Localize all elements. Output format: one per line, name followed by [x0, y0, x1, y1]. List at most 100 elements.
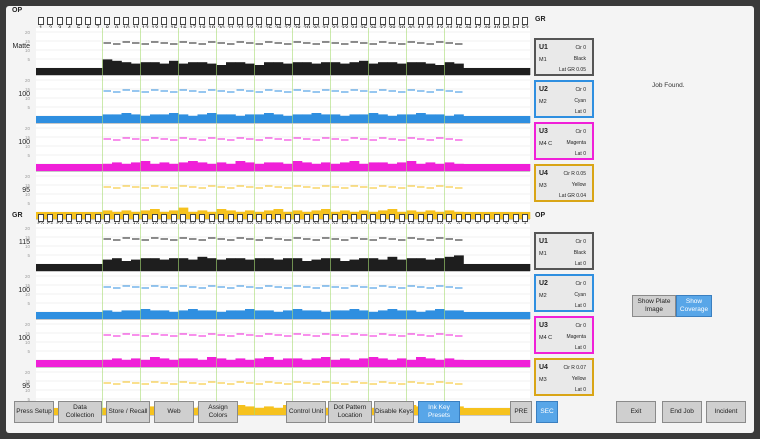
bottom-key-14[interactable]: [398, 214, 405, 222]
bottom-key-16[interactable]: [379, 214, 386, 222]
bottom-key-52[interactable]: [37, 214, 44, 222]
bottom-key-51[interactable]: [47, 214, 54, 222]
bottom-key-13[interactable]: [408, 214, 415, 222]
top-key-29[interactable]: [303, 17, 310, 25]
top-key-8[interactable]: [104, 17, 111, 25]
control-unit-button[interactable]: Control Unit: [286, 401, 326, 423]
top-key-25[interactable]: [265, 17, 272, 25]
top-key-35[interactable]: [360, 17, 367, 25]
top-key-47[interactable]: [474, 17, 481, 25]
bottom-key-35[interactable]: [199, 214, 206, 222]
top-key-40[interactable]: [408, 17, 415, 25]
bottom-key-6[interactable]: [474, 214, 481, 222]
top-key-39[interactable]: [398, 17, 405, 25]
top-key-49[interactable]: [493, 17, 500, 25]
unit-card-u4[interactable]: U4 M3 Cir R 0.05 Yellow Lat GR 0.04: [534, 164, 594, 202]
top-key-46[interactable]: [465, 17, 472, 25]
disable-keys-button[interactable]: Disable Keys: [374, 401, 414, 423]
bottom-key-9[interactable]: [446, 214, 453, 222]
bottom-key-3[interactable]: [503, 214, 510, 222]
top-key-23[interactable]: [246, 17, 253, 25]
top-key-41[interactable]: [417, 17, 424, 25]
bottom-key-42[interactable]: [132, 214, 139, 222]
incident-button[interactable]: Incident: [706, 401, 746, 423]
top-key-30[interactable]: [313, 17, 320, 25]
top-key-5[interactable]: [75, 17, 82, 25]
top-key-19[interactable]: [208, 17, 215, 25]
unit-card-u2[interactable]: U2 M2 Cir 0 Cyan Lat 0: [534, 274, 594, 312]
bottom-key-40[interactable]: [151, 214, 158, 222]
top-key-15[interactable]: [170, 17, 177, 25]
top-key-2[interactable]: [47, 17, 54, 25]
bottom-key-25[interactable]: [294, 214, 301, 222]
bottom-key-38[interactable]: [170, 214, 177, 222]
bottom-key-30[interactable]: [246, 214, 253, 222]
bottom-key-18[interactable]: [360, 214, 367, 222]
bottom-key-10[interactable]: [436, 214, 443, 222]
top-key-4[interactable]: [66, 17, 73, 25]
bottom-key-28[interactable]: [265, 214, 272, 222]
top-key-31[interactable]: [322, 17, 329, 25]
unit-card-u4[interactable]: U4 M3 Cir R 0.07 Yellow Lat 0: [534, 358, 594, 396]
bottom-key-48[interactable]: [75, 214, 82, 222]
bottom-key-39[interactable]: [161, 214, 168, 222]
top-key-45[interactable]: [455, 17, 462, 25]
unit-card-u3[interactable]: U3 M4 C Cir 0 Magenta Lat 0: [534, 316, 594, 354]
top-key-28[interactable]: [294, 17, 301, 25]
bottom-key-26[interactable]: [284, 214, 291, 222]
top-key-52[interactable]: [522, 17, 529, 25]
data-collection-button[interactable]: Data Collection: [58, 401, 102, 423]
unit-card-u1[interactable]: U1 M1 Cir 0 Black Lat 0: [534, 232, 594, 270]
bottom-key-15[interactable]: [389, 214, 396, 222]
assign-colors-button[interactable]: Assign Colors: [198, 401, 238, 423]
top-key-33[interactable]: [341, 17, 348, 25]
bottom-key-37[interactable]: [180, 214, 187, 222]
bottom-key-21[interactable]: [332, 214, 339, 222]
show-coverage-button[interactable]: Show Coverage: [676, 295, 712, 317]
bottom-key-20[interactable]: [341, 214, 348, 222]
top-key-27[interactable]: [284, 17, 291, 25]
ink-key-presets-button[interactable]: Ink Key Presets: [418, 401, 460, 423]
top-key-14[interactable]: [161, 17, 168, 25]
bottom-key-33[interactable]: [218, 214, 225, 222]
bottom-key-22[interactable]: [322, 214, 329, 222]
top-key-34[interactable]: [351, 17, 358, 25]
unit-card-u3[interactable]: U3 M4 C Cir 0 Magenta Lat 0: [534, 122, 594, 160]
bottom-key-34[interactable]: [208, 214, 215, 222]
press-setup-button[interactable]: Press Setup: [14, 401, 54, 423]
bottom-key-5[interactable]: [484, 214, 491, 222]
top-key-18[interactable]: [199, 17, 206, 25]
bottom-key-11[interactable]: [427, 214, 434, 222]
top-key-6[interactable]: [85, 17, 92, 25]
top-key-11[interactable]: [132, 17, 139, 25]
dot-pattern-location-button[interactable]: Dot Pattern Location: [328, 401, 372, 423]
top-key-16[interactable]: [180, 17, 187, 25]
end-job-button[interactable]: End Job: [662, 401, 702, 423]
top-key-12[interactable]: [142, 17, 149, 25]
top-key-44[interactable]: [446, 17, 453, 25]
top-key-10[interactable]: [123, 17, 130, 25]
top-key-42[interactable]: [427, 17, 434, 25]
top-key-9[interactable]: [113, 17, 120, 25]
top-key-50[interactable]: [503, 17, 510, 25]
top-key-20[interactable]: [218, 17, 225, 25]
bottom-key-2[interactable]: [512, 214, 519, 222]
top-key-1[interactable]: [37, 17, 44, 25]
bottom-key-32[interactable]: [227, 214, 234, 222]
bottom-key-17[interactable]: [370, 214, 377, 222]
bottom-key-7[interactable]: [465, 214, 472, 222]
top-key-17[interactable]: [189, 17, 196, 25]
bottom-key-50[interactable]: [56, 214, 63, 222]
top-key-26[interactable]: [275, 17, 282, 25]
bottom-key-29[interactable]: [256, 214, 263, 222]
show-plate-image-button[interactable]: Show Plate Image: [632, 295, 676, 317]
top-key-51[interactable]: [512, 17, 519, 25]
bottom-key-44[interactable]: [113, 214, 120, 222]
bottom-key-23[interactable]: [313, 214, 320, 222]
bottom-key-19[interactable]: [351, 214, 358, 222]
pre-button[interactable]: PRE: [510, 401, 532, 423]
top-key-48[interactable]: [484, 17, 491, 25]
bottom-key-24[interactable]: [303, 214, 310, 222]
top-key-21[interactable]: [227, 17, 234, 25]
top-key-32[interactable]: [332, 17, 339, 25]
